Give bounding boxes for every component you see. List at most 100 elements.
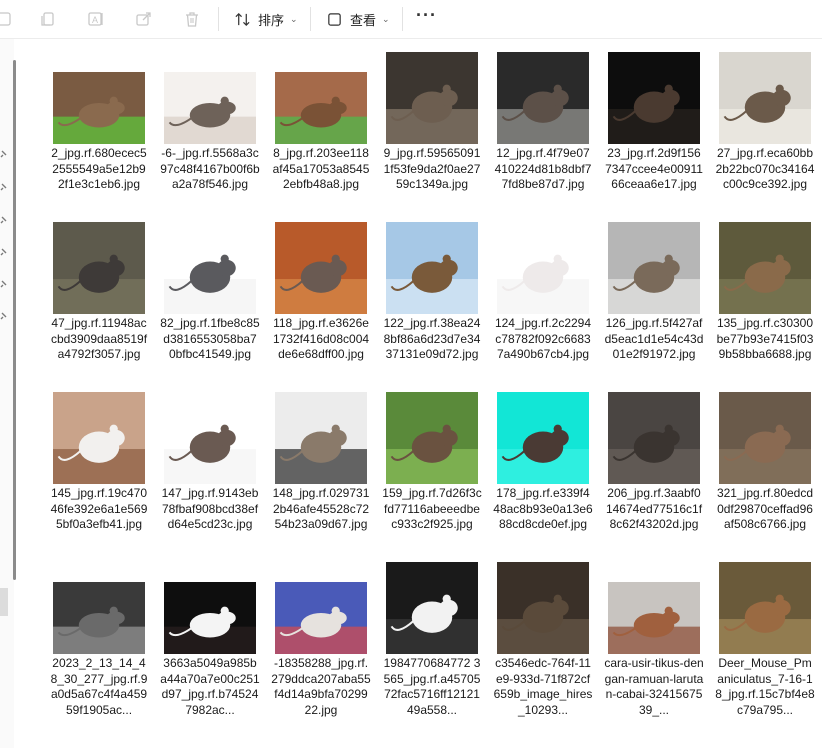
- navigation-pane[interactable]: [0, 39, 14, 748]
- file-item[interactable]: 1984770684772 3565_jpg.rf.a4570572fac571…: [382, 558, 482, 726]
- file-thumbnail: [382, 218, 482, 314]
- chevron-down-icon: ⌄: [382, 13, 390, 24]
- delete-icon[interactable]: [178, 5, 206, 33]
- file-thumbnail: [49, 218, 149, 314]
- pin-icon: [0, 248, 7, 256]
- toolbar-separator: [402, 7, 403, 31]
- file-thumbnail: [604, 48, 704, 144]
- file-thumbnail: [604, 218, 704, 314]
- file-name-label: cara-usir-tikus-dengan-ramuan-larutan-ca…: [604, 656, 704, 717]
- pin-icon: [0, 312, 7, 320]
- file-name-label: 82_jpg.rf.1fbe8c85d3816553058ba70bfbc415…: [160, 316, 260, 361]
- file-item[interactable]: -6-_jpg.rf.5568a3c97c48f4167b00f6ba2a78f…: [160, 48, 260, 216]
- file-thumbnail: [160, 558, 260, 654]
- file-item[interactable]: 9_jpg.rf.595650911f53fe9da2f0ae2759c1349…: [382, 48, 482, 216]
- file-item[interactable]: 148_jpg.rf.0297312b46afe45528c7254b23a09…: [271, 388, 371, 556]
- file-item[interactable]: 147_jpg.rf.9143eb78fbaf908bcd38efd64e5cd…: [160, 388, 260, 556]
- file-thumbnail: [49, 388, 149, 484]
- sort-icon: [235, 12, 250, 26]
- file-item[interactable]: cara-usir-tikus-dengan-ramuan-larutan-ca…: [604, 558, 704, 726]
- file-thumbnail: [604, 558, 704, 654]
- file-thumbnail: [493, 558, 593, 654]
- file-thumbnail: [715, 558, 815, 654]
- sort-button[interactable]: 排序 ⌄: [234, 5, 298, 33]
- file-name-label: 8_jpg.rf.203ee118af45a17053a85452ebfb48a…: [272, 146, 370, 191]
- file-item[interactable]: c3546edc-764f-11e9-933d-71f872cf659b_ima…: [493, 558, 593, 726]
- file-item[interactable]: 118_jpg.rf.e3626e1732f416d08c004de6e68df…: [271, 218, 371, 386]
- file-thumbnail: [715, 48, 815, 144]
- file-item[interactable]: 135_jpg.rf.c30300be77b93e7415f039b58bba6…: [715, 218, 815, 386]
- file-name-label: 145_jpg.rf.19c47046fe392e6a1e5695bf0a3ef…: [50, 486, 148, 531]
- file-item[interactable]: 145_jpg.rf.19c47046fe392e6a1e5695bf0a3ef…: [49, 388, 149, 556]
- navigation-scrollbar[interactable]: [13, 60, 16, 580]
- file-item[interactable]: 122_jpg.rf.38ea248bf86a6d23d7e3437131e09…: [382, 218, 482, 386]
- share-icon[interactable]: [130, 5, 158, 33]
- file-item[interactable]: 47_jpg.rf.11948accbd3909daa8519fa4792f30…: [49, 218, 149, 386]
- navigation-selected-item[interactable]: [0, 588, 8, 616]
- file-thumbnail: [715, 218, 815, 314]
- file-thumbnail: [271, 48, 371, 144]
- file-name-label: 124_jpg.rf.2c2294c78782f092c66837a490b67…: [494, 316, 592, 361]
- file-name-label: 147_jpg.rf.9143eb78fbaf908bcd38efd64e5cd…: [161, 486, 259, 531]
- file-name-label: 47_jpg.rf.11948accbd3909daa8519fa4792f30…: [50, 316, 148, 361]
- file-item[interactable]: 124_jpg.rf.2c2294c78782f092c66837a490b67…: [493, 218, 593, 386]
- file-item[interactable]: 23_jpg.rf.2d9f1567347ccee4e0091166ceaa6e…: [604, 48, 704, 216]
- file-thumbnail: [49, 48, 149, 144]
- file-item[interactable]: -18358288_jpg.rf.279ddca207aba55f4d14a9b…: [271, 558, 371, 726]
- cut-icon[interactable]: [0, 5, 18, 33]
- file-item[interactable]: 12_jpg.rf.4f79e07410224d81b8dbf77fd8be87…: [493, 48, 593, 216]
- file-grid: 2_jpg.rf.680ecec52555549a5e12b92f1e3c1eb…: [45, 48, 815, 748]
- pin-icon: [0, 150, 7, 158]
- file-item[interactable]: 8_jpg.rf.203ee118af45a17053a85452ebfb48a…: [271, 48, 371, 216]
- file-name-label: 118_jpg.rf.e3626e1732f416d08c004de6e68df…: [272, 316, 370, 361]
- pin-icon: [0, 183, 7, 191]
- file-name-label: Deer_Mouse_Pmaniculatus_7-16-18_jpg.rf.1…: [715, 656, 815, 717]
- view-label: 查看: [350, 12, 377, 28]
- chevron-down-icon: ⌄: [290, 13, 298, 24]
- file-thumbnail: [604, 388, 704, 484]
- file-item[interactable]: 206_jpg.rf.3aabf014674ed77516c1f8c62f432…: [604, 388, 704, 556]
- file-thumbnail: [160, 48, 260, 144]
- file-thumbnail: [271, 388, 371, 484]
- file-name-label: 9_jpg.rf.595650911f53fe9da2f0ae2759c1349…: [383, 146, 481, 191]
- file-item[interactable]: 159_jpg.rf.7d26f3cfd77116abeeedbec933c2f…: [382, 388, 482, 556]
- view-button[interactable]: 查看 ⌄: [326, 5, 390, 33]
- command-bar: A 排序 ⌄ 查看 ⌄ ···: [0, 0, 822, 39]
- file-item[interactable]: 3663a5049a985ba44a70a7e00c251d97_jpg.rf.…: [160, 558, 260, 726]
- file-name-label: 23_jpg.rf.2d9f1567347ccee4e0091166ceaa6e…: [605, 146, 703, 191]
- file-name-label: 148_jpg.rf.0297312b46afe45528c7254b23a09…: [272, 486, 370, 531]
- file-name-label: c3546edc-764f-11e9-933d-71f872cf659b_ima…: [493, 656, 593, 717]
- svg-text:A: A: [92, 15, 98, 25]
- file-item[interactable]: 321_jpg.rf.80edcd0df29870ceffad96af508c6…: [715, 388, 815, 556]
- file-item[interactable]: 2023_2_13_14_48_30_277_jpg.rf.9a0d5a67c4…: [49, 558, 149, 726]
- more-options-button[interactable]: ···: [416, 5, 437, 26]
- file-name-label: 1984770684772 3565_jpg.rf.a4570572fac571…: [383, 656, 481, 717]
- file-name-label: 126_jpg.rf.5f427afd5eac1d1e54c43d01e2f91…: [604, 316, 704, 361]
- file-item[interactable]: Deer_Mouse_Pmaniculatus_7-16-18_jpg.rf.1…: [715, 558, 815, 726]
- file-thumbnail: [160, 388, 260, 484]
- file-item[interactable]: 82_jpg.rf.1fbe8c85d3816553058ba70bfbc415…: [160, 218, 260, 386]
- file-thumbnail: [160, 218, 260, 314]
- file-item[interactable]: 2_jpg.rf.680ecec52555549a5e12b92f1e3c1eb…: [49, 48, 149, 216]
- file-thumbnail: [715, 388, 815, 484]
- file-name-label: 2023_2_13_14_48_30_277_jpg.rf.9a0d5a67c4…: [50, 656, 148, 717]
- copy-icon[interactable]: [34, 5, 62, 33]
- toolbar-separator: [218, 7, 219, 31]
- file-item[interactable]: 178_jpg.rf.e339f448ac8b93e0a13e688cd8cde…: [493, 388, 593, 556]
- file-name-label: -18358288_jpg.rf.279ddca207aba55f4d14a9b…: [271, 656, 371, 717]
- file-name-label: 3663a5049a985ba44a70a7e00c251d97_jpg.rf.…: [160, 656, 260, 717]
- sort-label: 排序: [258, 12, 285, 28]
- file-thumbnail: [382, 48, 482, 144]
- pin-icon: [0, 216, 7, 224]
- file-name-label: 321_jpg.rf.80edcd0df29870ceffad96af508c6…: [716, 486, 814, 531]
- rename-icon[interactable]: A: [82, 5, 110, 33]
- file-name-label: 12_jpg.rf.4f79e07410224d81b8dbf77fd8be87…: [494, 146, 592, 191]
- file-item[interactable]: 126_jpg.rf.5f427afd5eac1d1e54c43d01e2f91…: [604, 218, 704, 386]
- file-name-label: -6-_jpg.rf.5568a3c97c48f4167b00f6ba2a78f…: [160, 146, 260, 191]
- file-thumbnail: [493, 218, 593, 314]
- file-thumbnail: [493, 48, 593, 144]
- file-thumbnail: [382, 558, 482, 654]
- file-item[interactable]: 27_jpg.rf.eca60bb2b22bc070c34164c00c9ce3…: [715, 48, 815, 216]
- file-name-label: 135_jpg.rf.c30300be77b93e7415f039b58bba6…: [716, 316, 814, 361]
- file-thumbnail: [49, 558, 149, 654]
